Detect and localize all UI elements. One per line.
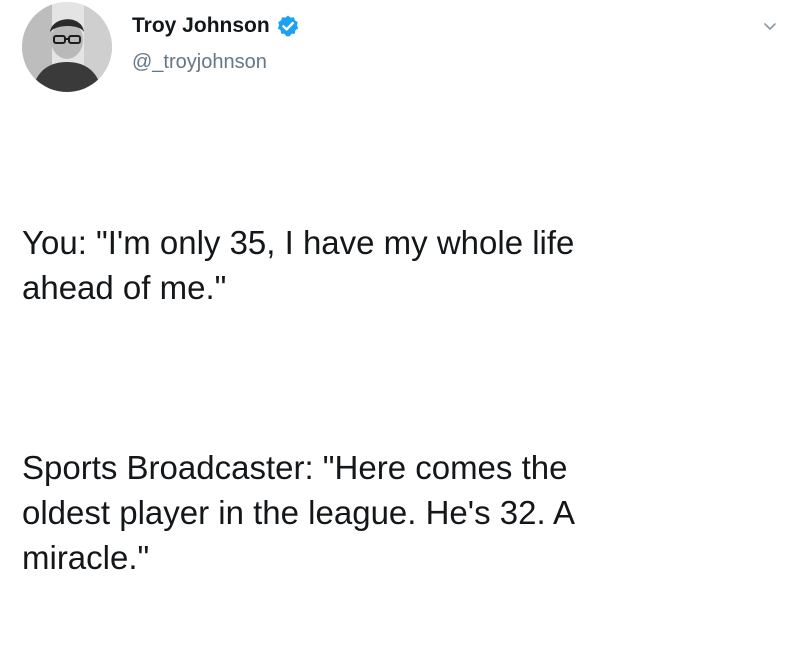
tweet-card: Troy Johnson @_troyjohnson You: "I'm onl…	[0, 0, 800, 576]
display-name[interactable]: Troy Johnson	[132, 14, 270, 38]
user-avatar-icon	[22, 2, 112, 92]
avatar[interactable]	[22, 2, 112, 92]
author-name-row: Troy Johnson	[132, 14, 300, 38]
chevron-down-icon[interactable]	[762, 18, 778, 34]
verified-badge-icon	[277, 15, 298, 37]
tweet-paragraph: You: "I'm only 35, I have my whole life …	[22, 224, 575, 306]
user-handle[interactable]: @_troyjohnson	[132, 50, 267, 74]
tweet-text: You: "I'm only 35, I have my whole life …	[22, 130, 782, 670]
tweet-paragraph: Sports Broadcaster: "Here comes the olde…	[22, 449, 575, 576]
